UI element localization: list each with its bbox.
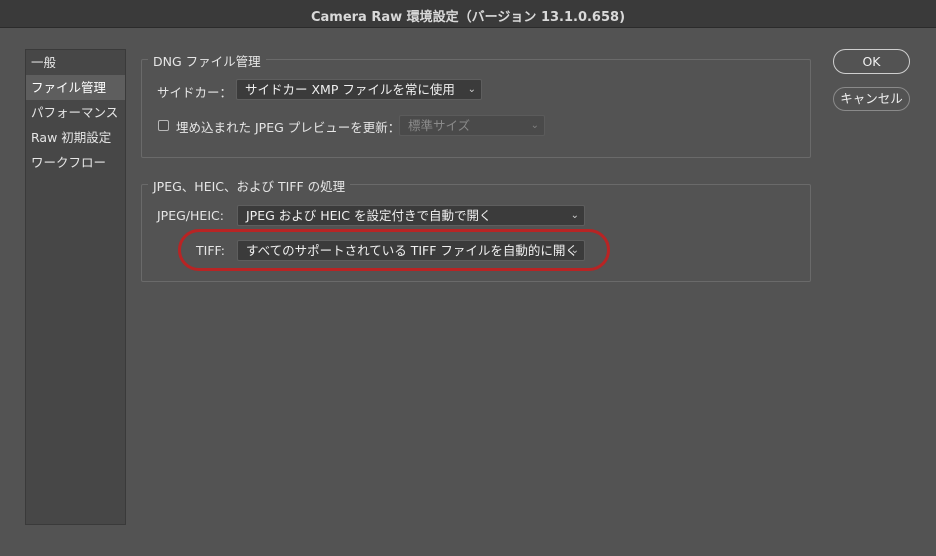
update-embedded-preview-checkbox[interactable] <box>158 120 169 131</box>
sidebar: 一般 ファイル管理 パフォーマンス Raw 初期設定 ワークフロー <box>25 49 126 525</box>
jpeg-heic-select[interactable]: JPEG および HEIC を設定付きで自動で開く ⌄ <box>237 205 585 226</box>
title-bar[interactable]: Camera Raw 環境設定（バージョン 13.1.0.658) <box>0 0 936 28</box>
jpeg-heic-select-value: JPEG および HEIC を設定付きで自動で開く <box>246 208 492 223</box>
jpeg-heic-tiff-group: JPEG、HEIC、および TIFF の処理 <box>141 176 811 282</box>
jpeg-heic-label: JPEG/HEIC: <box>157 208 224 223</box>
jpeg-group-title: JPEG、HEIC、および TIFF の処理 <box>148 176 351 195</box>
chevron-down-icon: ⌄ <box>467 84 476 95</box>
sidecar-select-value: サイドカー XMP ファイルを常に使用 <box>245 82 455 97</box>
sidebar-item-workflow[interactable]: ワークフロー <box>26 150 125 175</box>
tiff-label: TIFF: <box>196 243 225 258</box>
tiff-select[interactable]: すべてのサポートされている TIFF ファイルを自動的に開く ⌄ <box>237 240 585 261</box>
chevron-down-icon: ⌄ <box>530 120 539 131</box>
ok-button[interactable]: OK <box>833 49 910 74</box>
preferences-dialog: Camera Raw 環境設定（バージョン 13.1.0.658) 一般 ファイ… <box>0 0 936 556</box>
dng-group-title: DNG ファイル管理 <box>148 51 266 70</box>
preview-size-select: 標準サイズ ⌄ <box>399 115 545 136</box>
dng-file-handling-group: DNG ファイル管理 <box>141 51 811 158</box>
sidecar-label: サイドカー： <box>157 85 233 100</box>
preview-size-select-value: 標準サイズ <box>408 118 471 133</box>
sidebar-item-performance[interactable]: パフォーマンス <box>26 100 125 125</box>
sidebar-item-file-handling[interactable]: ファイル管理 <box>26 75 125 100</box>
sidebar-item-raw-defaults[interactable]: Raw 初期設定 <box>26 125 125 150</box>
sidebar-item-general[interactable]: 一般 <box>26 50 125 75</box>
window-title: Camera Raw 環境設定（バージョン 13.1.0.658) <box>310 10 626 25</box>
chevron-down-icon: ⌄ <box>570 210 579 221</box>
embedded-preview-label: 埋め込まれた JPEG プレビューを更新： <box>176 120 401 135</box>
chevron-down-icon: ⌄ <box>570 245 579 256</box>
tiff-select-value: すべてのサポートされている TIFF ファイルを自動的に開く <box>246 243 578 258</box>
cancel-button[interactable]: キャンセル <box>833 87 910 111</box>
sidecar-select[interactable]: サイドカー XMP ファイルを常に使用 ⌄ <box>236 79 482 100</box>
